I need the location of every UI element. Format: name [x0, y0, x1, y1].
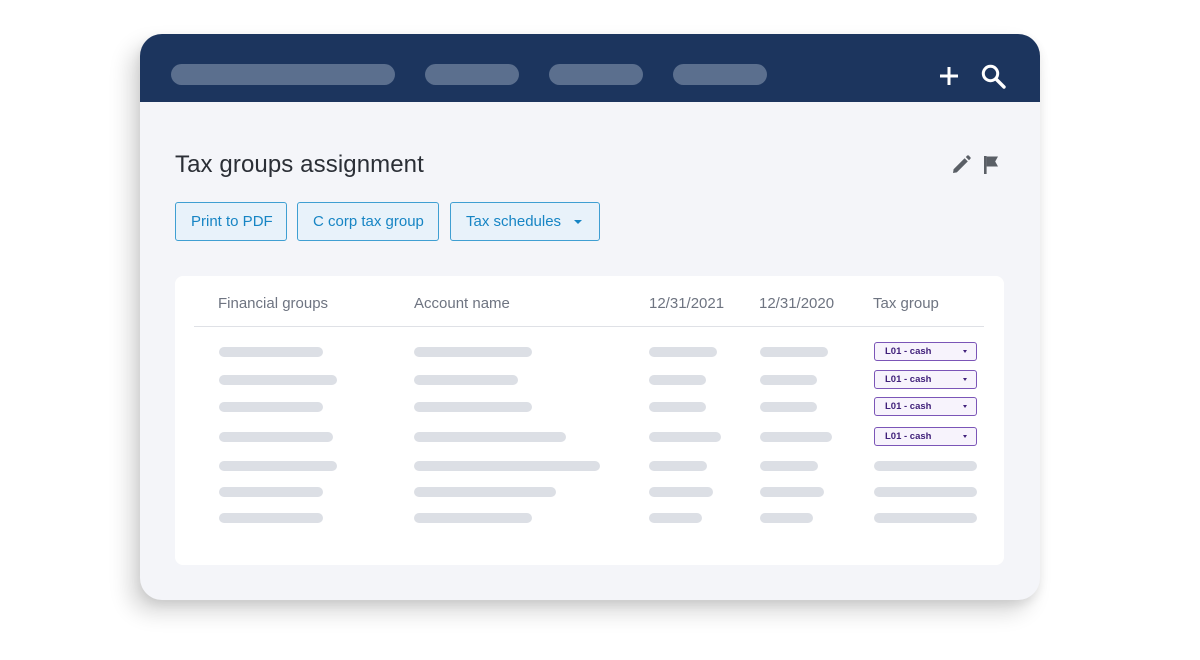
chevron-down-icon	[574, 220, 582, 224]
column-header-2020[interactable]: 12/31/2020	[759, 295, 834, 312]
table-cell-placeholder	[414, 402, 532, 412]
table-cell-placeholder	[760, 347, 828, 357]
tax-group-select[interactable]: L01 - cash	[874, 427, 977, 446]
table-cell-placeholder	[760, 461, 818, 471]
table-cell-placeholder	[414, 375, 518, 385]
flag-icon[interactable]	[981, 154, 1003, 176]
table-cell-placeholder	[219, 375, 337, 385]
column-header-tax-group[interactable]: Tax group	[873, 295, 939, 312]
tax-schedules-label: Tax schedules	[466, 213, 562, 230]
app-window: Tax groups assignment Print to PDF C cor…	[140, 34, 1040, 600]
plus-icon[interactable]	[935, 62, 963, 90]
tax-group-value: L01 - cash	[885, 346, 932, 357]
top-navigation-bar	[140, 34, 1040, 102]
table-cell-placeholder	[760, 487, 824, 497]
table-cell-placeholder	[649, 487, 713, 497]
table-cell-placeholder	[649, 375, 706, 385]
tax-group-select[interactable]: L01 - cash	[874, 342, 977, 361]
chevron-down-icon	[963, 435, 967, 438]
table-cell-placeholder	[760, 402, 817, 412]
chevron-down-icon	[963, 378, 967, 381]
tax-group-select[interactable]: L01 - cash	[874, 370, 977, 389]
nav-item-placeholder[interactable]	[673, 64, 767, 85]
c-corp-tax-group-button[interactable]: C corp tax group	[297, 202, 439, 241]
table-cell-placeholder	[219, 347, 323, 357]
pencil-icon[interactable]	[950, 154, 972, 176]
nav-item-placeholder[interactable]	[171, 64, 395, 85]
column-header-account-name[interactable]: Account name	[414, 295, 510, 312]
table-cell-placeholder	[414, 461, 600, 471]
table-cell-placeholder	[760, 432, 832, 442]
search-icon[interactable]	[979, 62, 1007, 90]
nav-item-placeholder[interactable]	[549, 64, 643, 85]
header-divider	[194, 326, 984, 327]
print-to-pdf-button[interactable]: Print to PDF	[175, 202, 287, 241]
table-cell-placeholder	[219, 402, 323, 412]
table-cell-placeholder	[414, 432, 566, 442]
tax-groups-table: Financial groups Account name 12/31/2021…	[175, 276, 1004, 565]
column-header-financial-groups[interactable]: Financial groups	[218, 295, 328, 312]
tax-group-value: L01 - cash	[885, 374, 932, 385]
nav-item-placeholder[interactable]	[425, 64, 519, 85]
tax-schedules-dropdown[interactable]: Tax schedules	[450, 202, 600, 241]
table-cell-placeholder	[874, 461, 977, 471]
page-title: Tax groups assignment	[175, 151, 424, 178]
table-cell-placeholder	[874, 513, 977, 523]
table-cell-placeholder	[760, 513, 813, 523]
table-cell-placeholder	[414, 487, 556, 497]
table-cell-placeholder	[649, 347, 717, 357]
tax-group-value: L01 - cash	[885, 431, 932, 442]
tax-group-value: L01 - cash	[885, 401, 932, 412]
table-cell-placeholder	[649, 513, 702, 523]
table-cell-placeholder	[649, 461, 707, 471]
table-cell-placeholder	[874, 487, 977, 497]
table-cell-placeholder	[414, 513, 532, 523]
table-cell-placeholder	[219, 461, 337, 471]
column-header-2021[interactable]: 12/31/2021	[649, 295, 724, 312]
table-cell-placeholder	[760, 375, 817, 385]
table-cell-placeholder	[414, 347, 532, 357]
table-cell-placeholder	[219, 487, 323, 497]
table-cell-placeholder	[649, 402, 706, 412]
table-cell-placeholder	[219, 432, 333, 442]
tax-group-select[interactable]: L01 - cash	[874, 397, 977, 416]
chevron-down-icon	[963, 350, 967, 353]
table-cell-placeholder	[649, 432, 721, 442]
table-cell-placeholder	[219, 513, 323, 523]
chevron-down-icon	[963, 405, 967, 408]
